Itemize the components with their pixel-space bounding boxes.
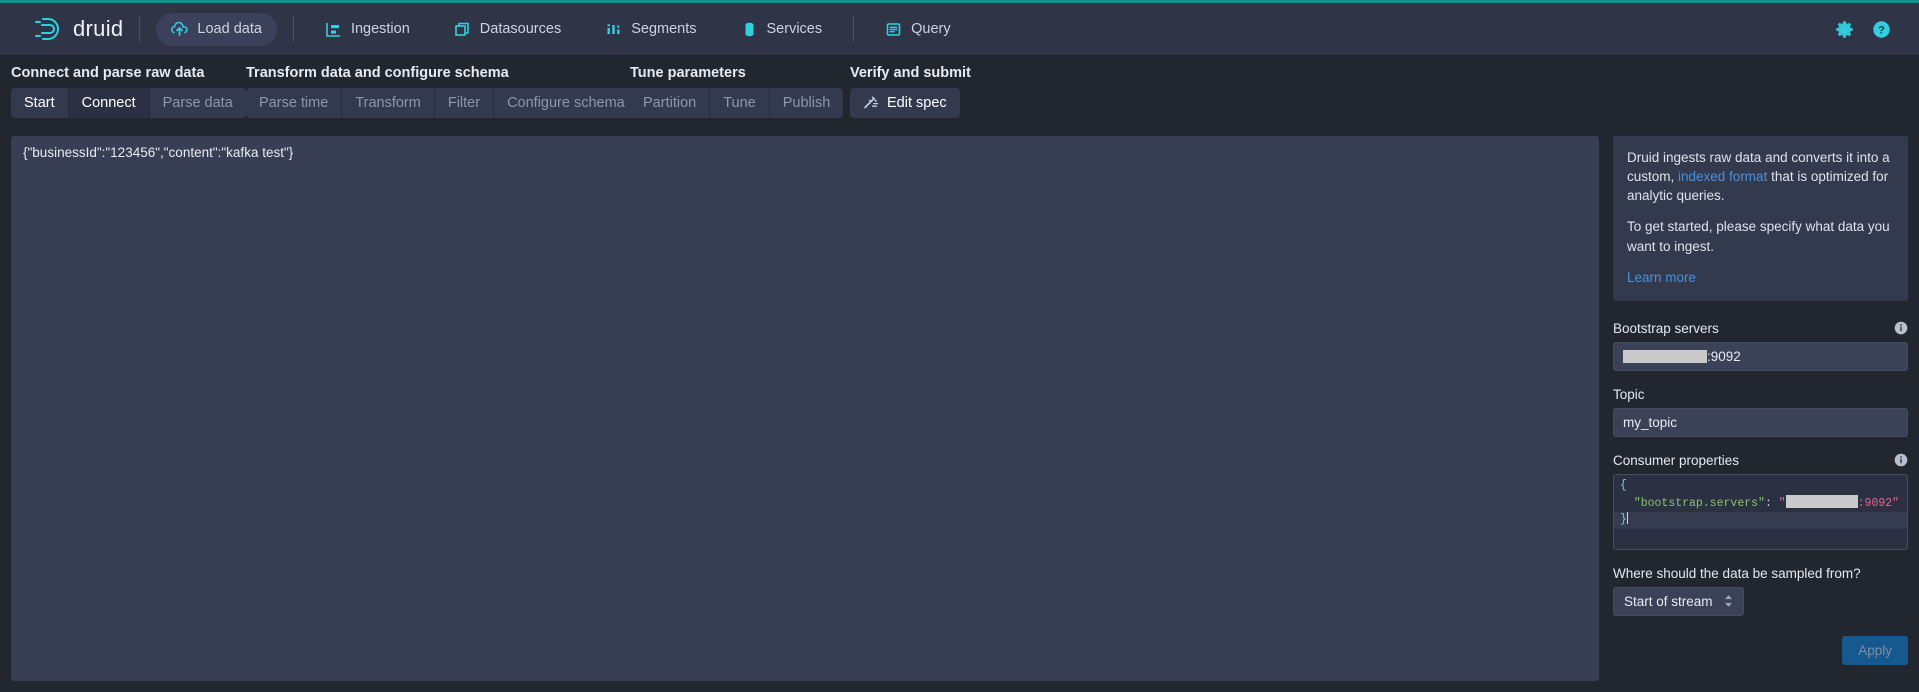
code-quote-open: " xyxy=(1778,496,1786,510)
help-circle-icon[interactable]: ? xyxy=(1872,20,1891,39)
step-button-transform[interactable]: Transform xyxy=(342,88,435,118)
step-button-configure-schema[interactable]: Configure schema xyxy=(494,88,638,118)
code-line-open: { xyxy=(1614,478,1907,495)
nav-label-ingestion: Ingestion xyxy=(350,21,410,37)
code-open-brace: { xyxy=(1620,478,1627,492)
step-button-edit-spec-label: Edit spec xyxy=(887,95,947,111)
section-title-tune: Tune parameters xyxy=(630,65,746,81)
step-button-start[interactable]: Start xyxy=(11,88,69,118)
info-circle-icon[interactable] xyxy=(1894,321,1908,335)
svg-text:?: ? xyxy=(1878,24,1885,36)
ingestion-icon xyxy=(325,21,342,38)
redacted-hostname xyxy=(1785,494,1858,508)
raw-data-preview-panel[interactable]: {"businessId":"123456","content":"kafka … xyxy=(11,136,1599,681)
bootstrap-servers-field: Bootstrap servers :9092 xyxy=(1613,321,1908,371)
learn-more-link-wrap: Learn more xyxy=(1627,268,1894,287)
step-button-tune[interactable]: Tune xyxy=(710,88,770,118)
step-button-edit-spec[interactable]: Edit spec xyxy=(850,88,960,118)
code-close-brace: } xyxy=(1620,513,1627,527)
header-actions: ? xyxy=(1835,20,1901,39)
consumer-properties-label: Consumer properties xyxy=(1613,452,1740,468)
code-line-close: } xyxy=(1614,512,1907,529)
sample-from-value: Start of stream xyxy=(1624,593,1713,609)
nav-item-datasources[interactable]: Datasources xyxy=(439,13,576,46)
step-button-parse-data[interactable]: Parse data xyxy=(149,88,246,118)
nav-label-services: Services xyxy=(766,21,823,37)
sample-from-field: Where should the data be sampled from? S… xyxy=(1613,566,1908,616)
info-paragraph-1: Druid ingests raw data and converts it i… xyxy=(1627,148,1894,205)
step-button-parse-time[interactable]: Parse time xyxy=(246,88,343,118)
sample-from-label-row: Where should the data be sampled from? xyxy=(1613,566,1908,581)
datasources-icon xyxy=(454,21,471,38)
info-card: Druid ingests raw data and converts it i… xyxy=(1613,136,1908,301)
section-title-transform: Transform data and configure schema xyxy=(246,65,509,81)
nav-item-ingestion[interactable]: Ingestion xyxy=(310,13,425,46)
nav-label-load-data: Load data xyxy=(197,21,262,37)
step-group-transform: Parse time Transform Filter Configure sc… xyxy=(246,88,638,118)
apply-button[interactable]: Apply xyxy=(1842,635,1908,665)
bootstrap-servers-input[interactable]: :9092 xyxy=(1613,341,1908,371)
consumer-properties-label-row: Consumer properties xyxy=(1613,453,1908,468)
header-divider-3 xyxy=(853,16,855,42)
header-divider-1 xyxy=(139,16,141,42)
step-group-tune: Partition Tune Publish xyxy=(630,88,844,118)
code-quote-close: " xyxy=(1892,496,1900,510)
step-button-partition[interactable]: Partition xyxy=(630,88,711,118)
topic-field: Topic my_topic xyxy=(1613,387,1908,437)
code-port: :9092 xyxy=(1857,496,1893,510)
step-button-connect[interactable]: Connect xyxy=(68,88,150,118)
bootstrap-servers-label: Bootstrap servers xyxy=(1613,320,1719,336)
apply-row: Apply xyxy=(1613,635,1908,665)
wizard-step-bar: Connect and parse raw data Transform dat… xyxy=(0,55,1919,136)
step-button-filter[interactable]: Filter xyxy=(434,88,495,118)
consumer-properties-field: Consumer properties { "bootstrap.servers… xyxy=(1613,453,1908,550)
nav-label-segments: Segments xyxy=(631,21,697,37)
logo-text: druid xyxy=(73,16,124,41)
step-group-verify: Edit spec xyxy=(850,88,960,118)
raw-data-row: {"businessId":"123456","content":"kafka … xyxy=(23,145,294,160)
druid-logo-icon xyxy=(30,15,64,43)
sample-from-label: Where should the data be sampled from? xyxy=(1613,565,1861,581)
info-circle-icon[interactable] xyxy=(1894,453,1908,467)
code-colon: : xyxy=(1764,496,1779,510)
learn-more-link[interactable]: Learn more xyxy=(1627,270,1696,285)
topic-label-row: Topic xyxy=(1613,387,1908,402)
info-paragraph-2: To get started, please specify what data… xyxy=(1627,219,1890,254)
gear-icon[interactable] xyxy=(1835,20,1854,39)
section-title-verify: Verify and submit xyxy=(850,65,971,81)
step-button-publish[interactable]: Publish xyxy=(769,88,844,118)
bootstrap-servers-port: :9092 xyxy=(1707,348,1741,364)
redacted-hostname xyxy=(1623,349,1707,363)
nav-label-query: Query xyxy=(911,21,951,37)
indexed-format-link[interactable]: indexed format xyxy=(1678,169,1767,184)
upload-cloud-icon xyxy=(171,21,189,38)
step-group-connect: Start Connect Parse data xyxy=(11,88,246,118)
nav-item-query[interactable]: Query xyxy=(870,13,966,46)
text-caret xyxy=(1626,512,1628,525)
nav-item-services[interactable]: Services xyxy=(726,13,838,46)
section-title-connect: Connect and parse raw data xyxy=(11,65,205,81)
code-key: "bootstrap.servers" xyxy=(1633,496,1765,510)
services-icon xyxy=(741,21,758,38)
druid-logo[interactable]: druid xyxy=(18,15,123,43)
magic-wand-icon xyxy=(863,95,887,111)
code-line-bootstrap: "bootstrap.servers": ":9092" xyxy=(1614,494,1907,513)
wizard-section-titles: Connect and parse raw data Transform dat… xyxy=(0,65,1919,85)
sample-from-select[interactable]: Start of stream xyxy=(1613,586,1744,616)
nav-item-load-data[interactable]: Load data xyxy=(156,12,277,46)
topic-input[interactable]: my_topic xyxy=(1613,407,1908,437)
consumer-properties-editor[interactable]: { "bootstrap.servers": ":9092" } xyxy=(1613,473,1908,550)
bootstrap-servers-label-row: Bootstrap servers xyxy=(1613,321,1908,336)
chevron-updown-icon xyxy=(1723,594,1734,609)
header-divider-2 xyxy=(292,16,294,42)
nav-item-segments[interactable]: Segments xyxy=(590,13,711,46)
query-icon xyxy=(885,21,902,38)
nav-label-datasources: Datasources xyxy=(479,21,562,37)
topic-label: Topic xyxy=(1613,386,1645,402)
connect-config-sidebar: Druid ingests raw data and converts it i… xyxy=(1613,136,1908,681)
segments-icon xyxy=(605,21,622,38)
app-header: druid Load data Ingestion Datasources Se… xyxy=(0,3,1919,55)
